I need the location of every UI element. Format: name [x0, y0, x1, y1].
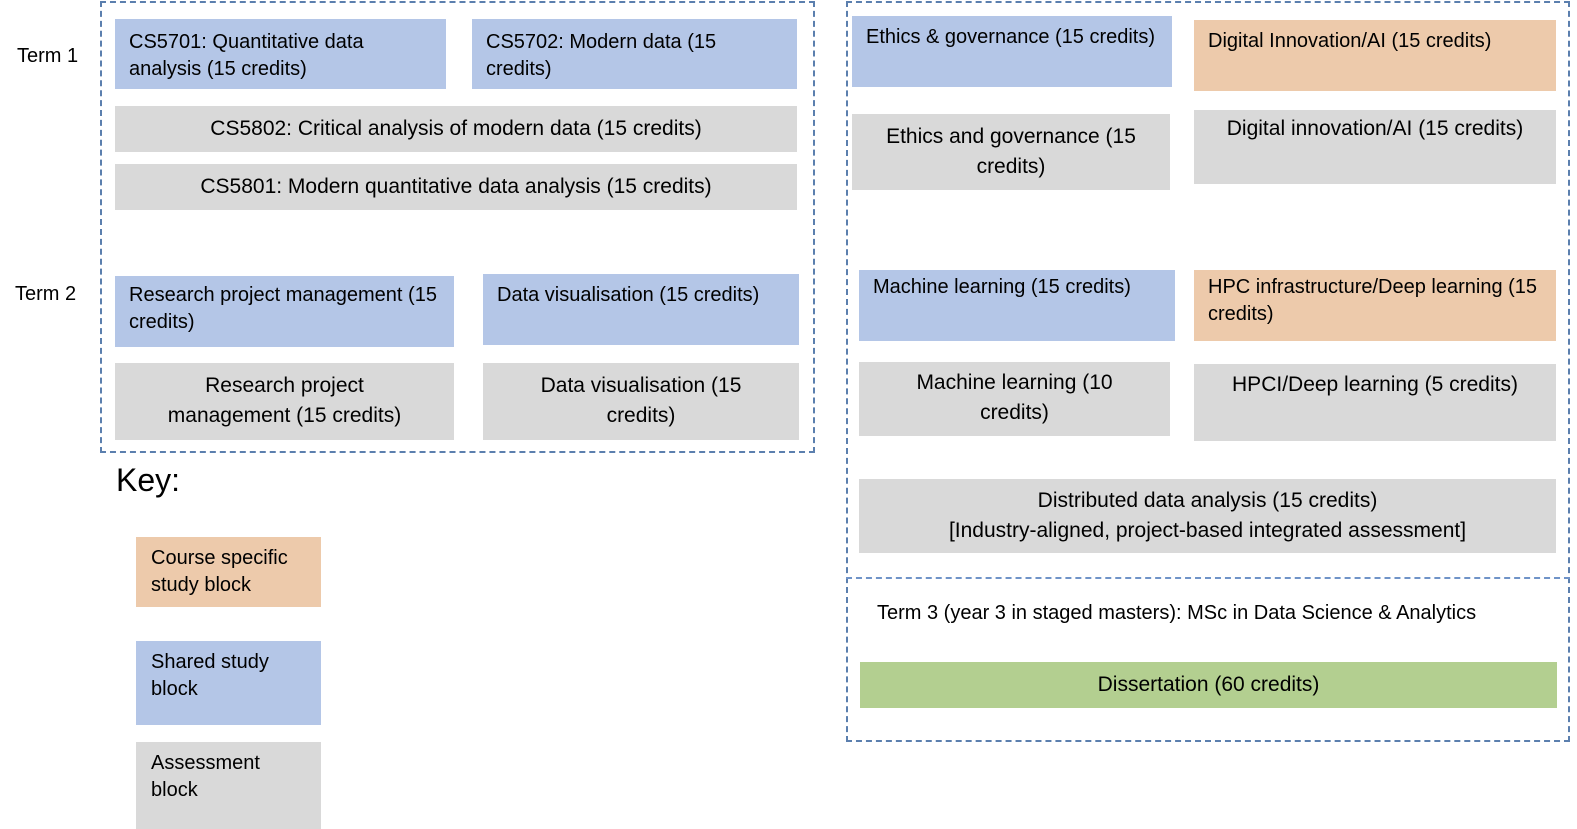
- module-cs5802-assessment: CS5802: Critical analysis of modern data…: [115, 106, 797, 152]
- module-distributed-data-analysis: Distributed data analysis (15 credits) […: [859, 479, 1556, 553]
- module-digital-innovation-assessment: Digital innovation/AI (15 credits): [1194, 110, 1556, 184]
- term3-divider: [846, 577, 1570, 579]
- module-digital-innovation-course: Digital Innovation/AI (15 credits): [1194, 20, 1556, 91]
- module-label: Ethics and governance (15 credits): [886, 125, 1136, 178]
- module-ml-shared: Machine learning (15 credits): [859, 270, 1175, 341]
- term1-label: Term 1: [17, 45, 79, 67]
- module-research-pm-shared: Research project management (15 credits): [115, 276, 454, 347]
- module-data-vis-assessment: Data visualisation (15 credits): [483, 363, 799, 440]
- key-label: Shared study block: [151, 651, 269, 700]
- module-hpc-course: HPC infrastructure/Deep learning (15 cre…: [1194, 270, 1556, 341]
- module-label: Ethics & governance (15 credits): [866, 26, 1156, 48]
- module-ethics-shared: Ethics & governance (15 credits): [852, 16, 1172, 87]
- module-data-vis-shared: Data visualisation (15 credits): [483, 274, 799, 345]
- module-hpci-assessment: HPCI/Deep learning (5 credits): [1194, 364, 1556, 441]
- module-label: CS5801: Modern quantitative data analysi…: [200, 175, 712, 198]
- module-research-pm-assessment: Research project management (15 credits): [115, 363, 454, 440]
- module-ml-assessment: Machine learning (10 credits): [859, 362, 1170, 436]
- module-label: HPC infrastructure/Deep learning (15 cre…: [1208, 276, 1538, 325]
- key-item-shared: Shared study block: [136, 641, 321, 725]
- module-label: CS5701: Quantitative data analysis (15 c…: [129, 31, 364, 80]
- key-label: Course specific study block: [151, 547, 288, 596]
- key-item-course-specific: Course specific study block: [136, 537, 321, 607]
- module-cs5701-shared: CS5701: Quantitative data analysis (15 c…: [115, 19, 446, 89]
- key-title: Key:: [116, 462, 181, 498]
- key-item-assessment: Assessment block: [136, 742, 321, 829]
- module-label: Machine learning (10 credits): [916, 371, 1113, 424]
- module-label: HPCI/Deep learning (5 credits): [1232, 373, 1518, 396]
- module-ethics-assessment: Ethics and governance (15 credits): [852, 114, 1170, 190]
- module-sublabel: [Industry-aligned, project-based integra…: [948, 519, 1467, 542]
- module-label: Dissertation (60 credits): [1097, 673, 1320, 696]
- module-label: Digital Innovation/AI (15 credits): [1208, 30, 1492, 52]
- term3-label: Term 3 (year 3 in staged masters): MSc i…: [877, 602, 1477, 624]
- module-label: Data visualisation (15 credits): [540, 374, 742, 427]
- module-label: Machine learning (15 credits): [873, 276, 1131, 298]
- module-cs5801-assessment: CS5801: Modern quantitative data analysi…: [115, 164, 797, 210]
- module-cs5702-shared: CS5702: Modern data (15 credits): [472, 19, 797, 89]
- module-dissertation: Dissertation (60 credits): [860, 662, 1557, 708]
- module-label: Research project management (15 credits): [167, 374, 402, 427]
- module-label: CS5802: Critical analysis of modern data…: [210, 117, 702, 140]
- key-label: Assessment block: [151, 752, 260, 801]
- module-label: Digital innovation/AI (15 credits): [1226, 117, 1524, 140]
- module-label: CS5702: Modern data (15 credits): [486, 31, 717, 80]
- module-label: Data visualisation (15 credits): [497, 284, 760, 306]
- module-label: Research project management (15 credits): [129, 284, 437, 333]
- term2-label: Term 2: [15, 283, 77, 305]
- module-label: Distributed data analysis (15 credits): [1037, 489, 1378, 512]
